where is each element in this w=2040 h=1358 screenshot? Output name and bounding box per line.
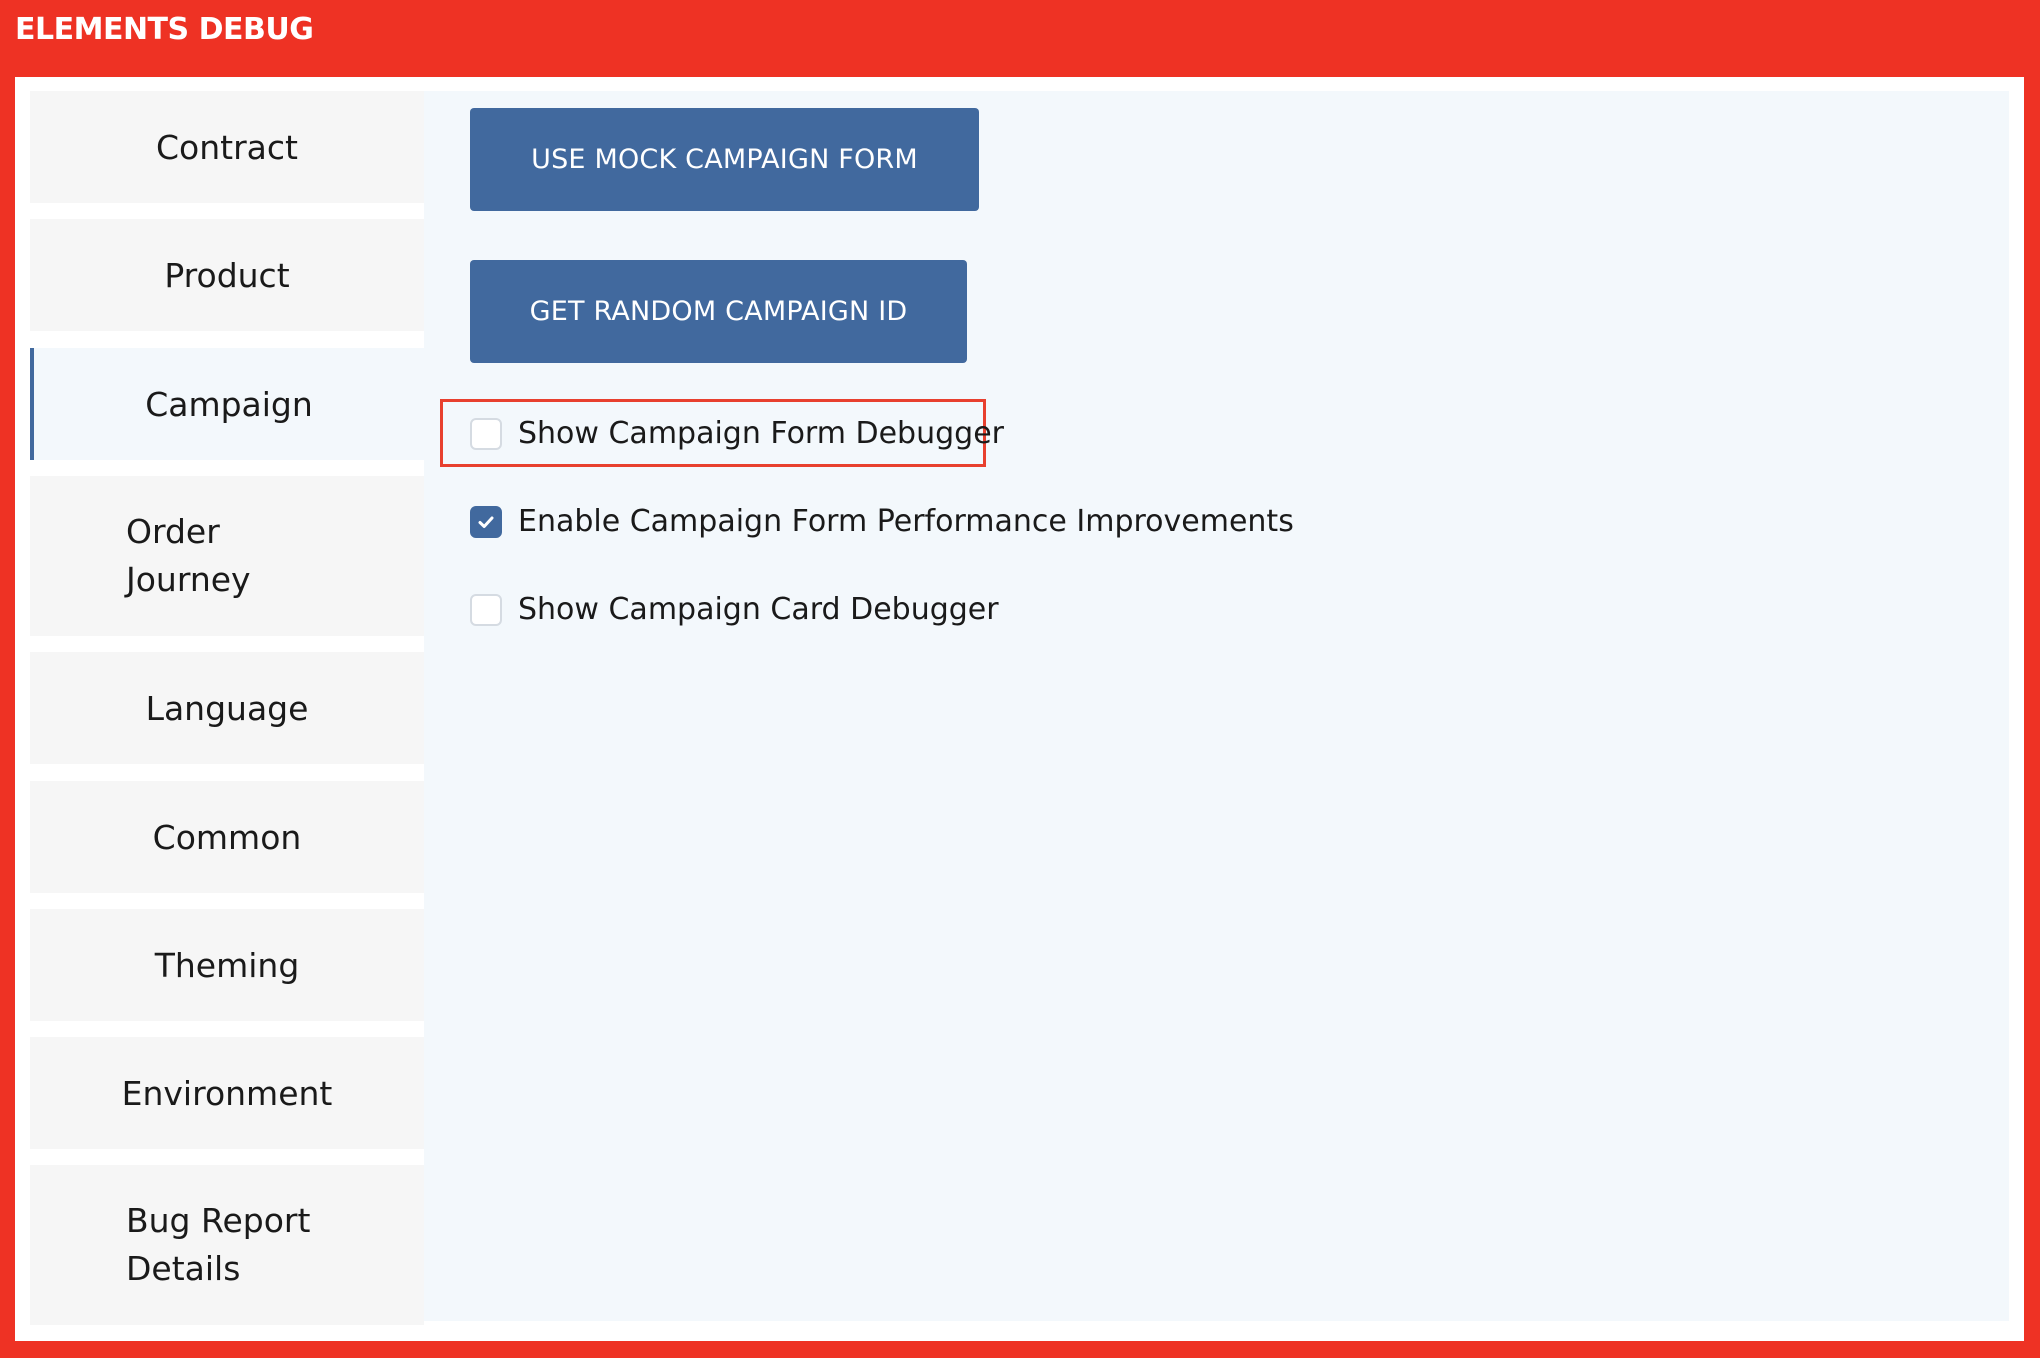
checkmark-icon bbox=[478, 516, 494, 528]
show-campaign-form-debugger-option[interactable]: Show Campaign Form Debugger bbox=[470, 416, 1004, 451]
sidebar-item-language[interactable]: Language bbox=[30, 652, 424, 764]
enable-performance-improvements-option[interactable]: Enable Campaign Form Performance Improve… bbox=[470, 504, 1294, 539]
panel-title: ELEMENTS DEBUG bbox=[15, 12, 314, 47]
sidebar-item-common[interactable]: Common bbox=[30, 781, 424, 893]
sidebar-item-label: Environment bbox=[121, 1073, 333, 1113]
checkbox-label: Show Campaign Card Debugger bbox=[518, 592, 999, 627]
show-campaign-form-debugger-checkbox[interactable] bbox=[470, 417, 502, 450]
use-mock-campaign-form-button[interactable]: USE MOCK CAMPAIGN FORM bbox=[470, 108, 979, 211]
sidebar-item-label: Product bbox=[164, 255, 290, 295]
get-random-campaign-id-button[interactable]: GET RANDOM CAMPAIGN ID bbox=[470, 260, 967, 363]
sidebar-item-bug-report-details[interactable]: Bug Report Details bbox=[30, 1165, 424, 1325]
sidebar-item-label: Contract bbox=[156, 127, 298, 167]
checkbox-label: Show Campaign Form Debugger bbox=[518, 416, 1004, 451]
sidebar-item-label: Language bbox=[145, 688, 309, 728]
debug-panel-frame: ELEMENTS DEBUG Contract Product Campaign… bbox=[0, 0, 2040, 1358]
campaign-settings-panel: USE MOCK CAMPAIGN FORM GET RANDOM CAMPAI… bbox=[424, 91, 2009, 1321]
show-campaign-card-debugger-checkbox[interactable] bbox=[470, 593, 502, 626]
sidebar-item-order-journey[interactable]: Order Journey bbox=[30, 476, 424, 636]
sidebar-item-theming[interactable]: Theming bbox=[30, 909, 424, 1021]
enable-performance-improvements-checkbox[interactable] bbox=[470, 505, 502, 538]
sidebar-item-contract[interactable]: Contract bbox=[30, 91, 424, 203]
checkbox-label: Enable Campaign Form Performance Improve… bbox=[518, 504, 1294, 539]
sidebar-item-label: Bug Report Details bbox=[126, 1201, 311, 1288]
show-campaign-card-debugger-option[interactable]: Show Campaign Card Debugger bbox=[470, 592, 999, 627]
panel-body: Contract Product Campaign Order Journey … bbox=[15, 77, 2024, 1341]
sidebar-item-product[interactable]: Product bbox=[30, 219, 424, 331]
sidebar-item-label: Theming bbox=[154, 945, 300, 985]
sidebar-item-campaign[interactable]: Campaign bbox=[30, 348, 424, 460]
sidebar-item-environment[interactable]: Environment bbox=[30, 1037, 424, 1149]
sidebar-item-label: Common bbox=[152, 817, 302, 857]
sidebar-item-label: Campaign bbox=[145, 384, 313, 424]
sidebar-item-label: Order Journey bbox=[126, 512, 251, 599]
